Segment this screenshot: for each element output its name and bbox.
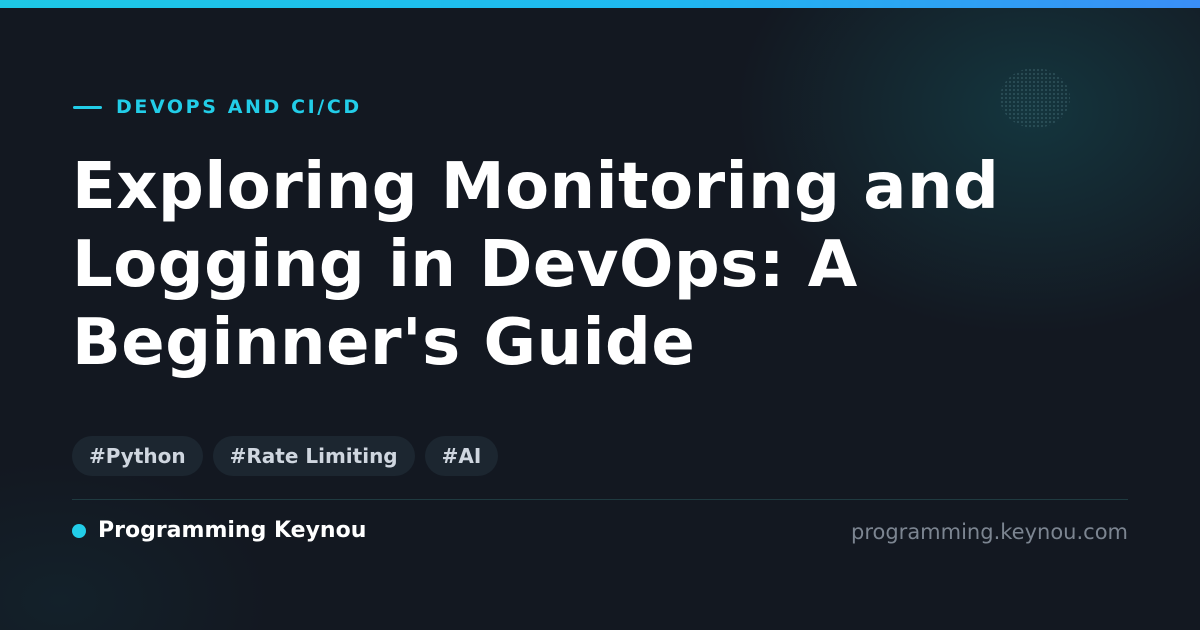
article-title: Exploring Monitoring and Logging in DevO… — [72, 150, 1000, 380]
tag-python[interactable]: #Python — [72, 436, 203, 476]
category-header: DEVOPS AND CI/CD — [73, 96, 362, 118]
category-label: DEVOPS AND CI/CD — [116, 96, 362, 118]
brand-name[interactable]: Programming Keynou — [98, 518, 366, 543]
brand-dot-icon — [72, 523, 86, 538]
social-card: DEVOPS AND CI/CD Exploring Monitoring an… — [0, 0, 1200, 630]
decorative-dot-pattern — [1000, 68, 1070, 128]
category-dash-icon — [73, 105, 102, 109]
accent-bar — [0, 0, 1200, 8]
tag-ai[interactable]: #AI — [424, 436, 499, 476]
tag-list: #Python #Rate Limiting #AI — [72, 436, 499, 476]
brand: Programming Keynou — [72, 518, 366, 543]
divider — [72, 499, 1128, 500]
tag-rate-limiting[interactable]: #Rate Limiting — [212, 436, 415, 476]
site-url[interactable]: programming.keynou.com — [851, 520, 1128, 544]
